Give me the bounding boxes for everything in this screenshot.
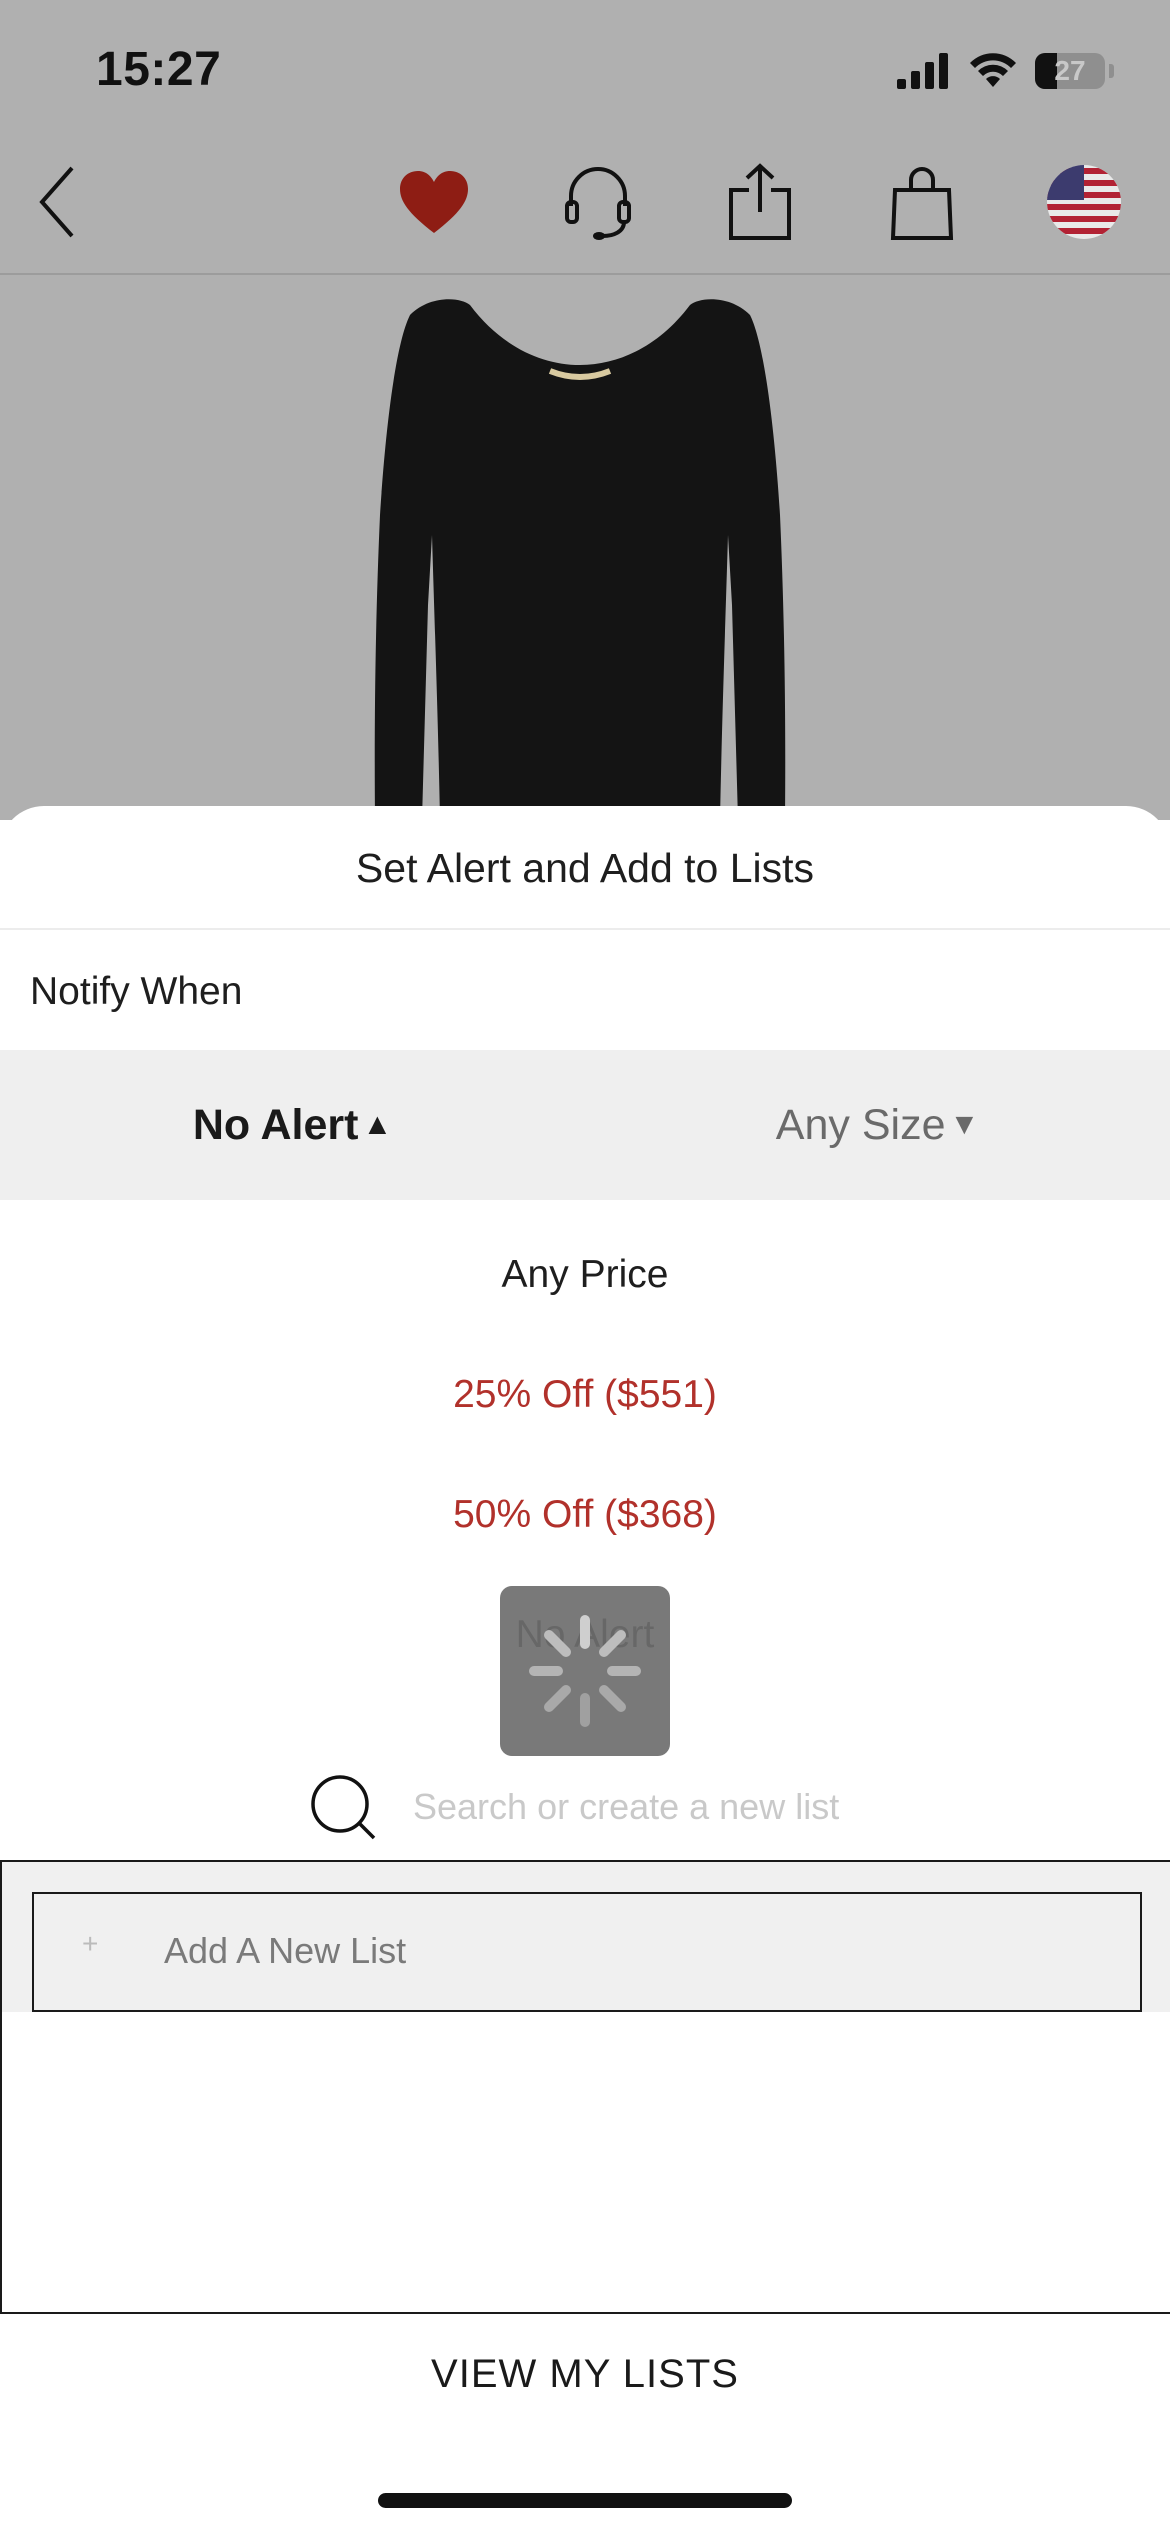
home-indicator[interactable] [378,2493,792,2508]
alert-dropdown[interactable]: No Alert ▲ [0,1050,585,1200]
search-input[interactable]: Search or create a new list [413,1786,839,1828]
add-new-list-button[interactable]: + Add A New List [32,1892,1142,2012]
alert-option-any-price[interactable]: Any Price [0,1220,1170,1330]
signal-icon [897,53,948,89]
shopping-bag-icon[interactable] [880,160,964,244]
notify-when-label: Notify When [30,970,243,1013]
size-dropdown-label: Any Size [775,1100,946,1149]
alert-bottom-sheet: Set Alert and Add to Lists Notify When N… [0,806,1170,2532]
back-chevron-icon[interactable] [18,160,102,244]
status-icons: 27 [897,46,1114,96]
alert-option-50-off[interactable]: 50% Off ($368) [0,1460,1170,1570]
alert-dropdown-label: No Alert [192,1100,359,1149]
battery-nub [1109,64,1114,78]
status-time: 15:27 [96,43,222,96]
sheet-title: Set Alert and Add to Lists [355,845,815,891]
headset-icon[interactable] [556,160,640,244]
wifi-icon [970,53,1016,87]
plus-icon: + [82,1928,99,1959]
view-my-lists-button[interactable]: VIEW MY LISTS [0,2324,1170,2424]
battery-level: 27 [1054,55,1086,86]
lists-container: + Add A New List [0,1860,1170,2314]
add-new-list-label: Add A New List [164,1930,407,1971]
product-image [374,299,786,820]
battery-icon: 27 [1035,53,1105,89]
size-dropdown[interactable]: Any Size ▼ [585,1050,1170,1200]
loading-spinner [500,1586,670,1756]
share-icon[interactable] [718,160,802,244]
caret-down-icon: ▼ [949,1108,980,1141]
heart-icon[interactable] [392,160,476,244]
caret-up-icon: ▲ [362,1108,393,1141]
alert-tabs: No Alert ▲ Any Size ▼ [0,1050,1170,1200]
us-flag-icon[interactable] [1042,160,1126,244]
alert-option-25-off[interactable]: 25% Off ($551) [0,1340,1170,1450]
search-icon [311,1775,376,1840]
